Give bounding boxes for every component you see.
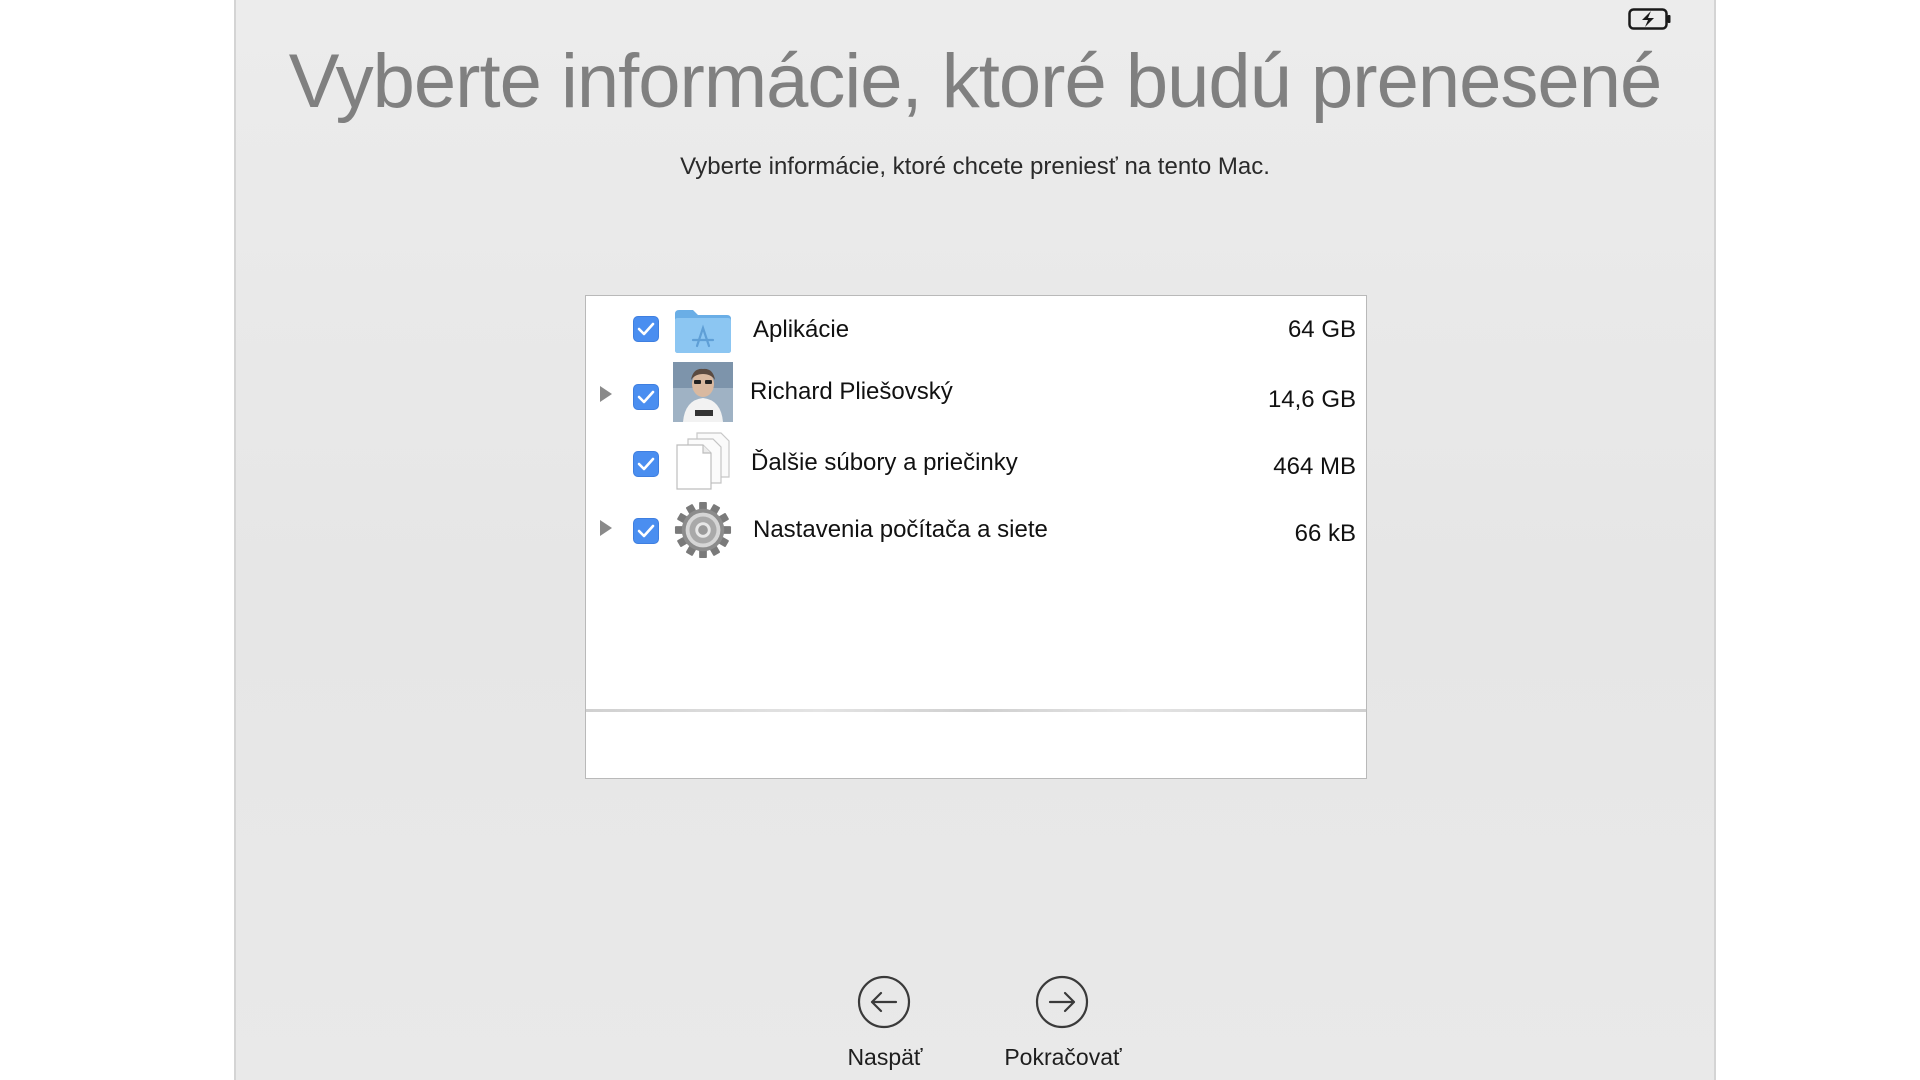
continue-button-label: Pokračovať — [1004, 1044, 1122, 1070]
list-item-user-account[interactable]: Richard Pliešovský 14,6 GB — [586, 362, 1366, 426]
user-account-disclosure-triangle[interactable] — [600, 386, 612, 402]
computer-settings-checkbox[interactable] — [633, 518, 659, 544]
computer-settings-size: 66 kB — [1294, 520, 1356, 547]
transfer-items-list: Aplikácie 64 GB Richard Pliešovský 14,6 … — [585, 295, 1367, 779]
user-account-label: Richard Pliešovský — [750, 378, 953, 405]
applications-label: Aplikácie — [753, 316, 850, 343]
list-item-computer-settings[interactable]: Nastavenia počítača a siete 66 kB — [586, 496, 1366, 560]
documents-icon — [676, 432, 730, 490]
list-item-other-files[interactable]: Ďalšie súbory a priečinky 464 MB — [586, 429, 1366, 493]
list-footer-area — [586, 712, 1366, 778]
arrow-right-circle-icon — [1035, 975, 1089, 1029]
user-account-checkbox[interactable] — [633, 384, 659, 410]
list-item-applications[interactable]: Aplikácie 64 GB — [586, 296, 1366, 360]
page-subtitle: Vyberte informácie, ktoré chcete prenies… — [680, 153, 1270, 180]
list-area: Aplikácie 64 GB Richard Pliešovský 14,6 … — [586, 296, 1366, 710]
other-files-checkbox[interactable] — [633, 451, 659, 477]
other-files-label: Ďalšie súbory a priečinky — [751, 449, 1018, 476]
gear-icon — [674, 501, 732, 559]
computer-settings-disclosure-triangle[interactable] — [600, 520, 612, 536]
back-button[interactable]: Naspäť — [810, 970, 960, 1078]
applications-size: 64 GB — [1287, 316, 1356, 343]
other-files-size: 464 MB — [1273, 453, 1356, 480]
back-button-label: Naspäť — [847, 1044, 923, 1070]
user-account-size: 14,6 GB — [1267, 386, 1356, 413]
applications-checkbox[interactable] — [633, 316, 659, 342]
battery-charging-icon — [1628, 8, 1671, 30]
user-avatar-icon — [673, 362, 733, 422]
arrow-left-circle-icon — [857, 975, 911, 1029]
continue-button[interactable]: Pokračovať — [988, 970, 1138, 1078]
page-title: Vyberte informácie, ktoré budú prenesené — [288, 39, 1662, 124]
applications-folder-icon — [675, 310, 731, 353]
computer-settings-label: Nastavenia počítača a siete — [753, 516, 1048, 543]
